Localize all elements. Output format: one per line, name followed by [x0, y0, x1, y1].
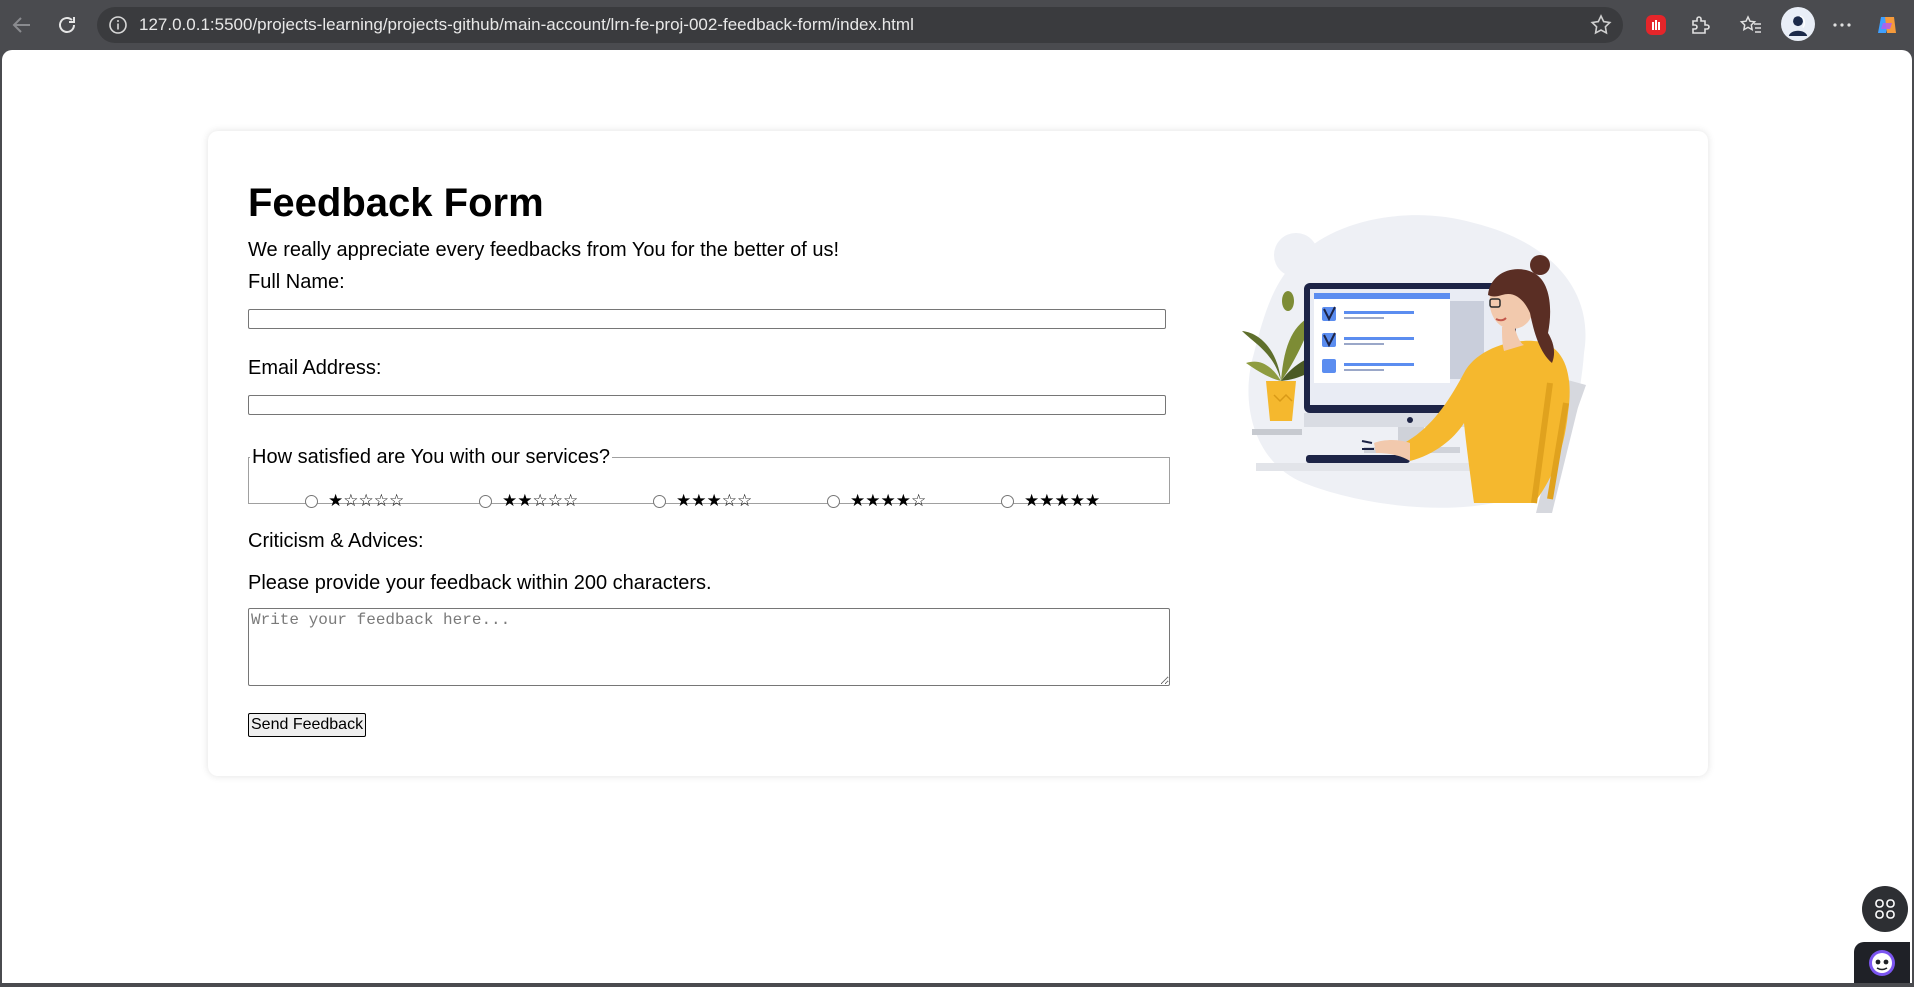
- rating-option-4[interactable]: ★★★★☆: [827, 491, 926, 511]
- profile-avatar[interactable]: [1781, 7, 1815, 41]
- send-feedback-button[interactable]: Send Feedback: [248, 713, 367, 737]
- page-subtitle: We really appreciate every feedbacks fro…: [248, 239, 840, 261]
- feedback-illustration: [1242, 215, 1586, 513]
- extension-red-icon: [1646, 15, 1666, 35]
- favorites-icon: [1739, 15, 1761, 33]
- back-button[interactable]: [4, 7, 40, 43]
- extensions-puzzle-icon: [1692, 16, 1710, 34]
- rating-radio-2[interactable]: [479, 494, 492, 508]
- full-name-input[interactable]: [248, 309, 1166, 329]
- rating-radio-1[interactable]: [305, 494, 318, 508]
- rating-stars-4: ★★★★☆: [850, 491, 927, 511]
- assistant-bot-button[interactable]: [1854, 942, 1910, 983]
- extension-red-button[interactable]: [1641, 10, 1671, 40]
- info-icon[interactable]: [107, 14, 129, 36]
- page-title: Feedback Form: [248, 181, 544, 225]
- rating-radio-3[interactable]: [653, 494, 666, 508]
- email-input[interactable]: [248, 395, 1166, 415]
- copilot-button[interactable]: [1872, 10, 1902, 40]
- feedback-textarea[interactable]: [248, 608, 1170, 686]
- more-menu-button[interactable]: [1827, 10, 1857, 40]
- page-viewport: Feedback Form We really appreciate every…: [2, 50, 1912, 983]
- feedback-card: Feedback Form We really appreciate every…: [208, 131, 1708, 776]
- favorites-button[interactable]: [1736, 10, 1766, 40]
- rating-stars-2: ★★☆☆☆: [502, 491, 579, 511]
- more-menu-icon: [1833, 23, 1851, 27]
- url-text: 127.0.0.1:5500/projects-learning/project…: [139, 15, 914, 34]
- rating-stars-3: ★★★☆☆: [676, 491, 753, 511]
- address-bar[interactable]: 127.0.0.1:5500/projects-learning/project…: [97, 7, 1623, 43]
- rating-stars-1: ★☆☆☆☆: [328, 491, 405, 511]
- rating-option-2[interactable]: ★★☆☆☆: [479, 491, 578, 511]
- rating-radio-4[interactable]: [827, 494, 840, 508]
- copilot-icon: [1878, 17, 1896, 33]
- profile-avatar-icon: [1788, 15, 1808, 36]
- browser-toolbar: 127.0.0.1:5500/projects-learning/project…: [0, 0, 1914, 50]
- email-label: Email Address:: [248, 357, 382, 379]
- rating-radio-5[interactable]: [1001, 494, 1014, 508]
- reload-icon: [59, 17, 75, 33]
- rating-legend: How satisfied are You with our services?: [252, 446, 610, 468]
- rating-option-3[interactable]: ★★★☆☆: [653, 491, 752, 511]
- extensions-button[interactable]: [1686, 10, 1716, 40]
- full-name-label: Full Name:: [248, 271, 345, 293]
- satisfaction-rating: How satisfied are You with our services?…: [248, 446, 1170, 511]
- apps-grid-icon: [1875, 899, 1895, 919]
- reload-button[interactable]: [49, 7, 85, 43]
- rating-option-5[interactable]: ★★★★★: [1001, 491, 1100, 511]
- rating-stars-5: ★★★★★: [1024, 491, 1101, 511]
- criticism-label: Criticism & Advices:: [248, 530, 424, 552]
- rating-option-1[interactable]: ★☆☆☆☆: [305, 491, 404, 511]
- back-icon: [12, 17, 30, 33]
- assistant-bot-icon: [1869, 949, 1895, 976]
- favorite-star-icon[interactable]: [1589, 13, 1613, 37]
- rating-options: ★☆☆☆☆ ★★☆☆☆ ★★★☆☆ ★★★★☆ ★★★★★: [249, 491, 1169, 517]
- apps-launcher-button[interactable]: [1862, 886, 1908, 932]
- criticism-hint: Please provide your feedback within 200 …: [248, 572, 712, 594]
